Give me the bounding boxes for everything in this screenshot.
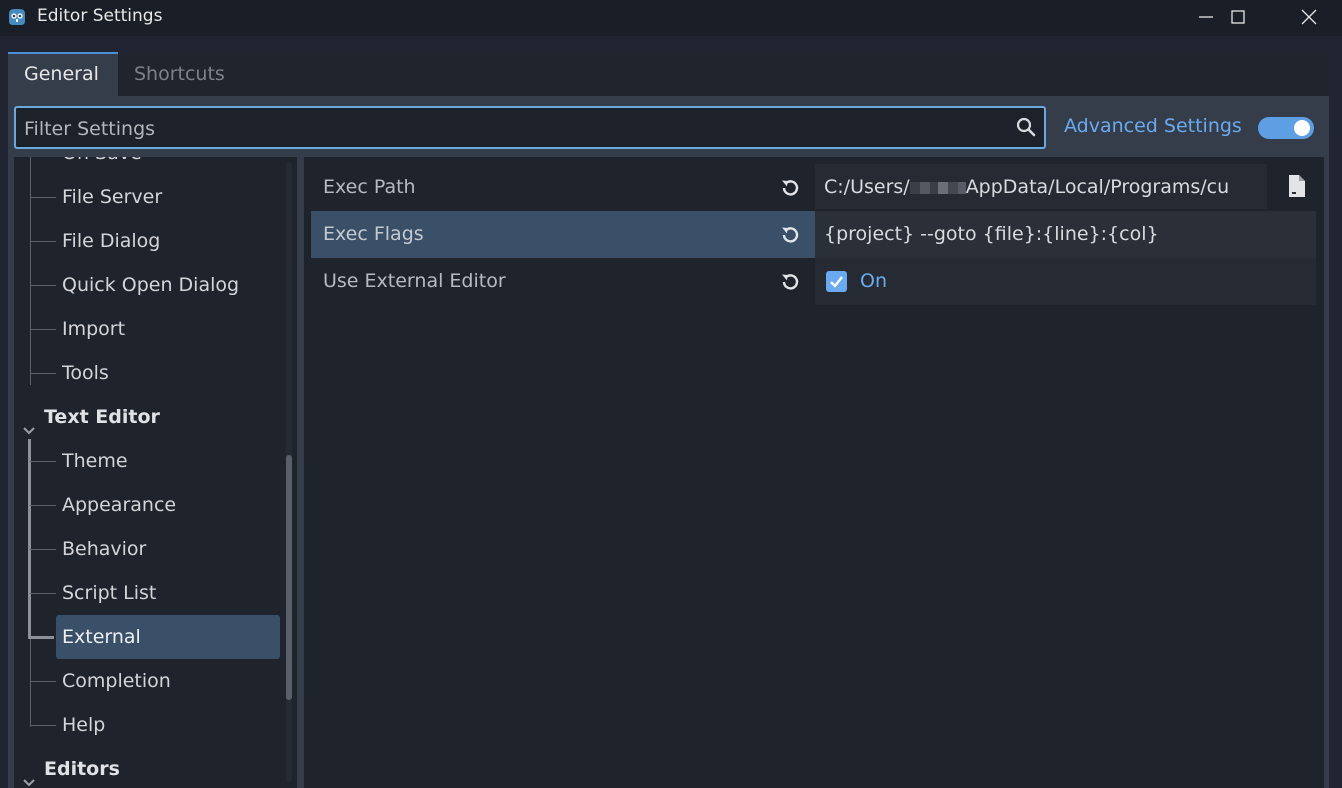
property-row-use-external-editor: Use External Editor On: [311, 258, 1316, 305]
tree-connector: [30, 505, 56, 506]
advanced-settings-toggle[interactable]: [1258, 117, 1314, 139]
use-external-editor-field: [815, 258, 1316, 305]
tree-item-theme[interactable]: Theme: [14, 439, 280, 483]
tree-item-import[interactable]: Import: [14, 307, 280, 351]
tree-connector: [30, 285, 56, 286]
checkmark-icon: [830, 276, 843, 288]
tree-item-appearance[interactable]: Appearance: [14, 483, 280, 527]
revert-icon[interactable]: [779, 224, 801, 250]
checkbox-label[interactable]: On: [860, 258, 887, 305]
tree-item-label: Theme: [62, 450, 128, 472]
tree-item-label: On Save: [62, 157, 142, 175]
tree-item-quick-open-dialog[interactable]: Quick Open Dialog: [14, 263, 280, 307]
tab-general[interactable]: General: [8, 52, 118, 96]
property-name: Use External Editor: [323, 270, 506, 292]
tree-item-label: Behavior: [62, 538, 147, 560]
close-button[interactable]: [1279, 0, 1339, 36]
tree-item-external[interactable]: External: [14, 615, 280, 659]
tree-connector: [30, 241, 56, 242]
revert-icon[interactable]: [779, 177, 801, 203]
redacted-username: [909, 181, 966, 194]
filter-settings-input[interactable]: [22, 108, 1006, 149]
property-row-exec-flags: Exec Flags {project} --goto {file}:{line…: [311, 211, 1316, 258]
property-name: Exec Path: [323, 176, 416, 198]
tree-item-label: File Server: [62, 186, 163, 208]
tree-section-text-editor[interactable]: Text Editor: [14, 395, 280, 439]
tree-connector: [28, 636, 54, 639]
tree-scrollbar-thumb[interactable]: [286, 455, 292, 700]
tree-item-script-list[interactable]: Script List: [14, 571, 280, 615]
browse-file-button[interactable]: [1279, 164, 1315, 206]
tree-section-editors[interactable]: Editors: [14, 747, 280, 788]
tree-item-completion[interactable]: Completion: [14, 659, 280, 703]
tree-item-label: Tools: [62, 362, 109, 384]
tree-item-on-save[interactable]: On Save: [14, 157, 280, 175]
filter-settings-field[interactable]: [14, 106, 1046, 149]
exec-path-suffix: AppData/Local/Programs/cu: [965, 176, 1230, 198]
exec-flags-value[interactable]: {project} --goto {file}:{line}:{col}: [824, 211, 1159, 258]
tree-item-label: Quick Open Dialog: [62, 274, 240, 296]
tree-connector: [30, 549, 56, 550]
property-inspector: Exec Path C:/Users/AppData/Local/Program…: [304, 157, 1324, 788]
tree-connector: [30, 329, 56, 330]
advanced-settings-label[interactable]: Advanced Settings: [1064, 115, 1242, 137]
tab-bar: General Shortcuts: [8, 52, 1329, 96]
tree-section-label: Editors: [44, 758, 120, 780]
title-bar: Editor Settings: [0, 0, 1342, 36]
tree-section-label: Text Editor: [44, 406, 160, 428]
property-row-exec-path: Exec Path C:/Users/AppData/Local/Program…: [311, 164, 1316, 211]
tree-item-label: Help: [62, 714, 106, 736]
window-title: Editor Settings: [37, 6, 163, 26]
godot-logo-icon: [6, 6, 28, 28]
tree-connector: [30, 681, 56, 682]
tree-connector: [30, 197, 56, 198]
tree-item-file-dialog[interactable]: File Dialog: [14, 219, 280, 263]
tree-item-label: External: [62, 626, 141, 648]
maximize-button[interactable]: [1208, 0, 1268, 36]
exec-path-value[interactable]: C:/Users/AppData/Local/Programs/cu: [824, 164, 1264, 211]
tab-shortcuts[interactable]: Shortcuts: [118, 52, 248, 96]
property-name: Exec Flags: [323, 223, 424, 245]
tree-item-behavior[interactable]: Behavior: [14, 527, 280, 571]
exec-path-prefix: C:/Users/: [824, 176, 910, 198]
toggle-knob: [1294, 120, 1310, 136]
tree-item-label: Appearance: [62, 494, 177, 516]
close-icon: [1301, 9, 1317, 25]
tree-item-file-server[interactable]: File Server: [14, 175, 280, 219]
tree-item-label: Completion: [62, 670, 171, 692]
maximize-icon: [1231, 10, 1245, 24]
revert-icon[interactable]: [779, 271, 801, 297]
tree-connector: [30, 593, 56, 594]
chevron-down-icon[interactable]: [22, 762, 36, 788]
file-icon: [1289, 175, 1305, 197]
tree-connector: [30, 373, 56, 374]
use-external-editor-checkbox[interactable]: [826, 271, 847, 292]
settings-tree: On Save File Server File Dialog Quick Op…: [14, 157, 297, 788]
tree-connector: [30, 461, 56, 462]
tree-item-label: File Dialog: [62, 230, 161, 252]
tree-item-tools[interactable]: Tools: [14, 351, 280, 395]
tree-item-help[interactable]: Help: [14, 703, 280, 747]
tree-item-label: Import: [62, 318, 126, 340]
tree-connector: [30, 725, 56, 726]
search-icon[interactable]: [1016, 117, 1036, 141]
tree-item-label: Script List: [62, 582, 157, 604]
